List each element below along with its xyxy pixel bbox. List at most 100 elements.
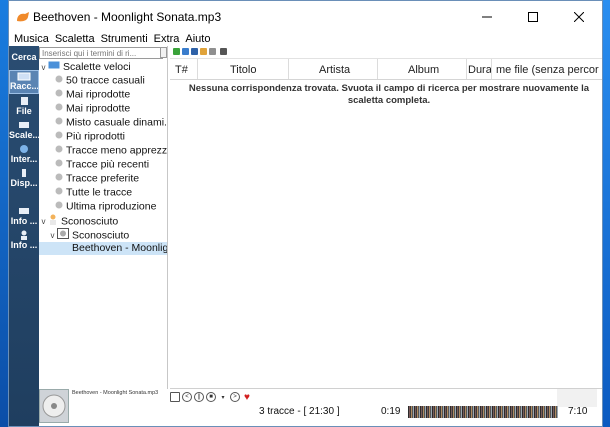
- tree-item[interactable]: Tracce preferite: [39, 172, 167, 185]
- tab-playlist[interactable]: Scale...: [9, 120, 39, 142]
- filter-clear-button[interactable]: [160, 47, 167, 58]
- smart-playlist-icon: [55, 116, 63, 129]
- column-header-filename[interactable]: me file (senza percor: [492, 59, 602, 79]
- smart-playlist-icon: [55, 144, 63, 157]
- seek-waveform[interactable]: [408, 406, 558, 418]
- tab-search-label: Cerca: [11, 52, 37, 62]
- tree-item-album[interactable]: v Sconosciuto: [39, 228, 167, 241]
- library-panel: v Scalette veloci 50 tracce casuali Mai r…: [39, 46, 168, 389]
- stop-menu-arrow-icon[interactable]: ▾: [218, 392, 228, 402]
- tab-artist-info-label: Info ...: [10, 240, 38, 250]
- column-header-artist[interactable]: Artista: [289, 59, 378, 79]
- tree-item[interactable]: Mai riprodotte: [39, 102, 167, 115]
- side-tab-bar: Cerca Racc... File Scale... Inter... Dis…: [9, 46, 39, 426]
- album-art: [39, 389, 69, 423]
- tab-search[interactable]: Cerca: [9, 52, 39, 68]
- maximize-button[interactable]: [510, 1, 556, 32]
- column-header-track[interactable]: T#: [170, 59, 198, 79]
- title-bar: Beethoven - Moonlight Sonata.mp3: [9, 1, 602, 32]
- menu-scaletta[interactable]: Scaletta: [52, 32, 98, 46]
- tree-item[interactable]: Misto casuale dinami...: [39, 116, 167, 129]
- tab-internet-label: Inter...: [10, 154, 38, 164]
- minimize-button[interactable]: [464, 1, 510, 32]
- internet-icon: [20, 145, 28, 153]
- save-playlist-icon[interactable]: [191, 48, 198, 55]
- new-playlist-icon[interactable]: [173, 48, 180, 55]
- playlist-icon: [19, 122, 29, 128]
- column-header-length[interactable]: Durat: [467, 59, 492, 79]
- tree-item[interactable]: Tutte le tracce: [39, 186, 167, 199]
- tab-devices-label: Disp...: [10, 178, 38, 188]
- undo-icon[interactable]: [220, 48, 227, 55]
- tree-item-smart-playlists[interactable]: v Scalette veloci: [39, 60, 167, 73]
- artist-icon: [48, 214, 58, 227]
- playlist-menu-icon[interactable]: [170, 392, 180, 402]
- close-button[interactable]: [556, 1, 602, 32]
- playback-controls: < || ■ ▾ > ♥: [170, 390, 254, 404]
- pause-button[interactable]: ||: [194, 392, 204, 402]
- album-cd-icon: [57, 228, 69, 241]
- desktop-left-edge: [0, 0, 8, 427]
- smart-playlist-icon: [55, 158, 63, 171]
- tree-item[interactable]: Mai riprodotte: [39, 88, 167, 101]
- smart-playlist-icon: [55, 88, 63, 101]
- app-window: Beethoven - Moonlight Sonata.mp3 Musica …: [8, 0, 603, 427]
- menu-extra[interactable]: Extra: [151, 32, 183, 46]
- next-button[interactable]: >: [230, 392, 240, 402]
- tree-item-label: Scalette veloci: [63, 60, 131, 73]
- column-header-title[interactable]: Titolo: [198, 59, 289, 79]
- tab-artist-info[interactable]: Info ...: [9, 230, 39, 252]
- artist-info-icon: [21, 230, 27, 240]
- minimize-icon: [482, 16, 492, 17]
- window-title: Beethoven - Moonlight Sonata.mp3: [33, 10, 222, 24]
- file-icon: [21, 97, 28, 105]
- tree-item[interactable]: Ultima riproduzione: [39, 200, 167, 213]
- empty-playlist-message: Nessuna corrispondenza trovata. Svuota i…: [188, 83, 590, 106]
- love-heart-icon[interactable]: ♥: [242, 392, 252, 403]
- tree-item[interactable]: Tracce meno apprezz...: [39, 144, 167, 157]
- tree-item[interactable]: Più riprodotti: [39, 130, 167, 143]
- menu-musica[interactable]: Musica: [9, 32, 52, 46]
- smart-playlist-icon: [55, 186, 63, 199]
- tab-file-label: File: [16, 106, 32, 116]
- column-header-album[interactable]: Album: [378, 59, 467, 79]
- smart-playlist-icon: [55, 102, 63, 115]
- tree-item[interactable]: Tracce più recenti: [39, 158, 167, 171]
- library-filter-input[interactable]: [39, 47, 163, 59]
- expand-arrow-icon: v: [41, 62, 46, 72]
- tab-song-info-label: Info ...: [10, 216, 38, 226]
- tab-internet[interactable]: Inter...: [9, 144, 39, 166]
- load-playlist-icon[interactable]: [182, 48, 189, 55]
- menu-bar: Musica Scaletta Strumenti Extra Aiuto: [9, 32, 602, 46]
- track-count: 3 tracce - [ 21:30 ]: [259, 406, 340, 417]
- stop-button[interactable]: ■: [206, 392, 216, 402]
- menu-strumenti[interactable]: Strumenti: [98, 32, 151, 46]
- shuffle-icon[interactable]: [209, 48, 216, 55]
- expand-arrow-icon: v: [41, 217, 46, 227]
- playlist-header: T# Titolo Artista Album Durat me file (s…: [170, 59, 602, 80]
- tab-library[interactable]: Racc...: [9, 70, 39, 94]
- smart-playlist-icon: [55, 172, 63, 185]
- tab-playlist-label: Scale...: [9, 130, 39, 140]
- clear-playlist-icon[interactable]: [200, 48, 207, 55]
- tab-library-label: Racc...: [10, 81, 38, 91]
- status-bar: 3 tracce - [ 21:30 ] 0:19 7:10: [170, 405, 602, 419]
- smart-playlist-icon: [55, 74, 63, 87]
- playlist-toolbar: [170, 46, 602, 59]
- tab-song-info[interactable]: Info ...: [9, 206, 39, 228]
- tab-devices[interactable]: Disp...: [9, 168, 39, 190]
- smart-playlist-icon: [55, 200, 63, 213]
- tab-file[interactable]: File: [9, 96, 39, 118]
- desktop-right-edge: [603, 0, 610, 427]
- time-length: 7:10: [568, 406, 588, 417]
- tree-item-artist[interactable]: v Sconosciuto: [39, 214, 167, 227]
- expand-arrow-icon: v: [50, 231, 55, 241]
- menu-aiuto[interactable]: Aiuto: [182, 32, 213, 46]
- smart-playlist-icon: [55, 130, 63, 143]
- previous-button[interactable]: <: [182, 392, 192, 402]
- tree-item-track[interactable]: Beethoven - Moonligh...: [39, 242, 167, 255]
- app-logo-icon: [16, 10, 30, 28]
- tree-item[interactable]: 50 tracce casuali: [39, 74, 167, 87]
- maximize-icon: [528, 11, 538, 22]
- smart-playlist-folder-icon: [48, 60, 60, 73]
